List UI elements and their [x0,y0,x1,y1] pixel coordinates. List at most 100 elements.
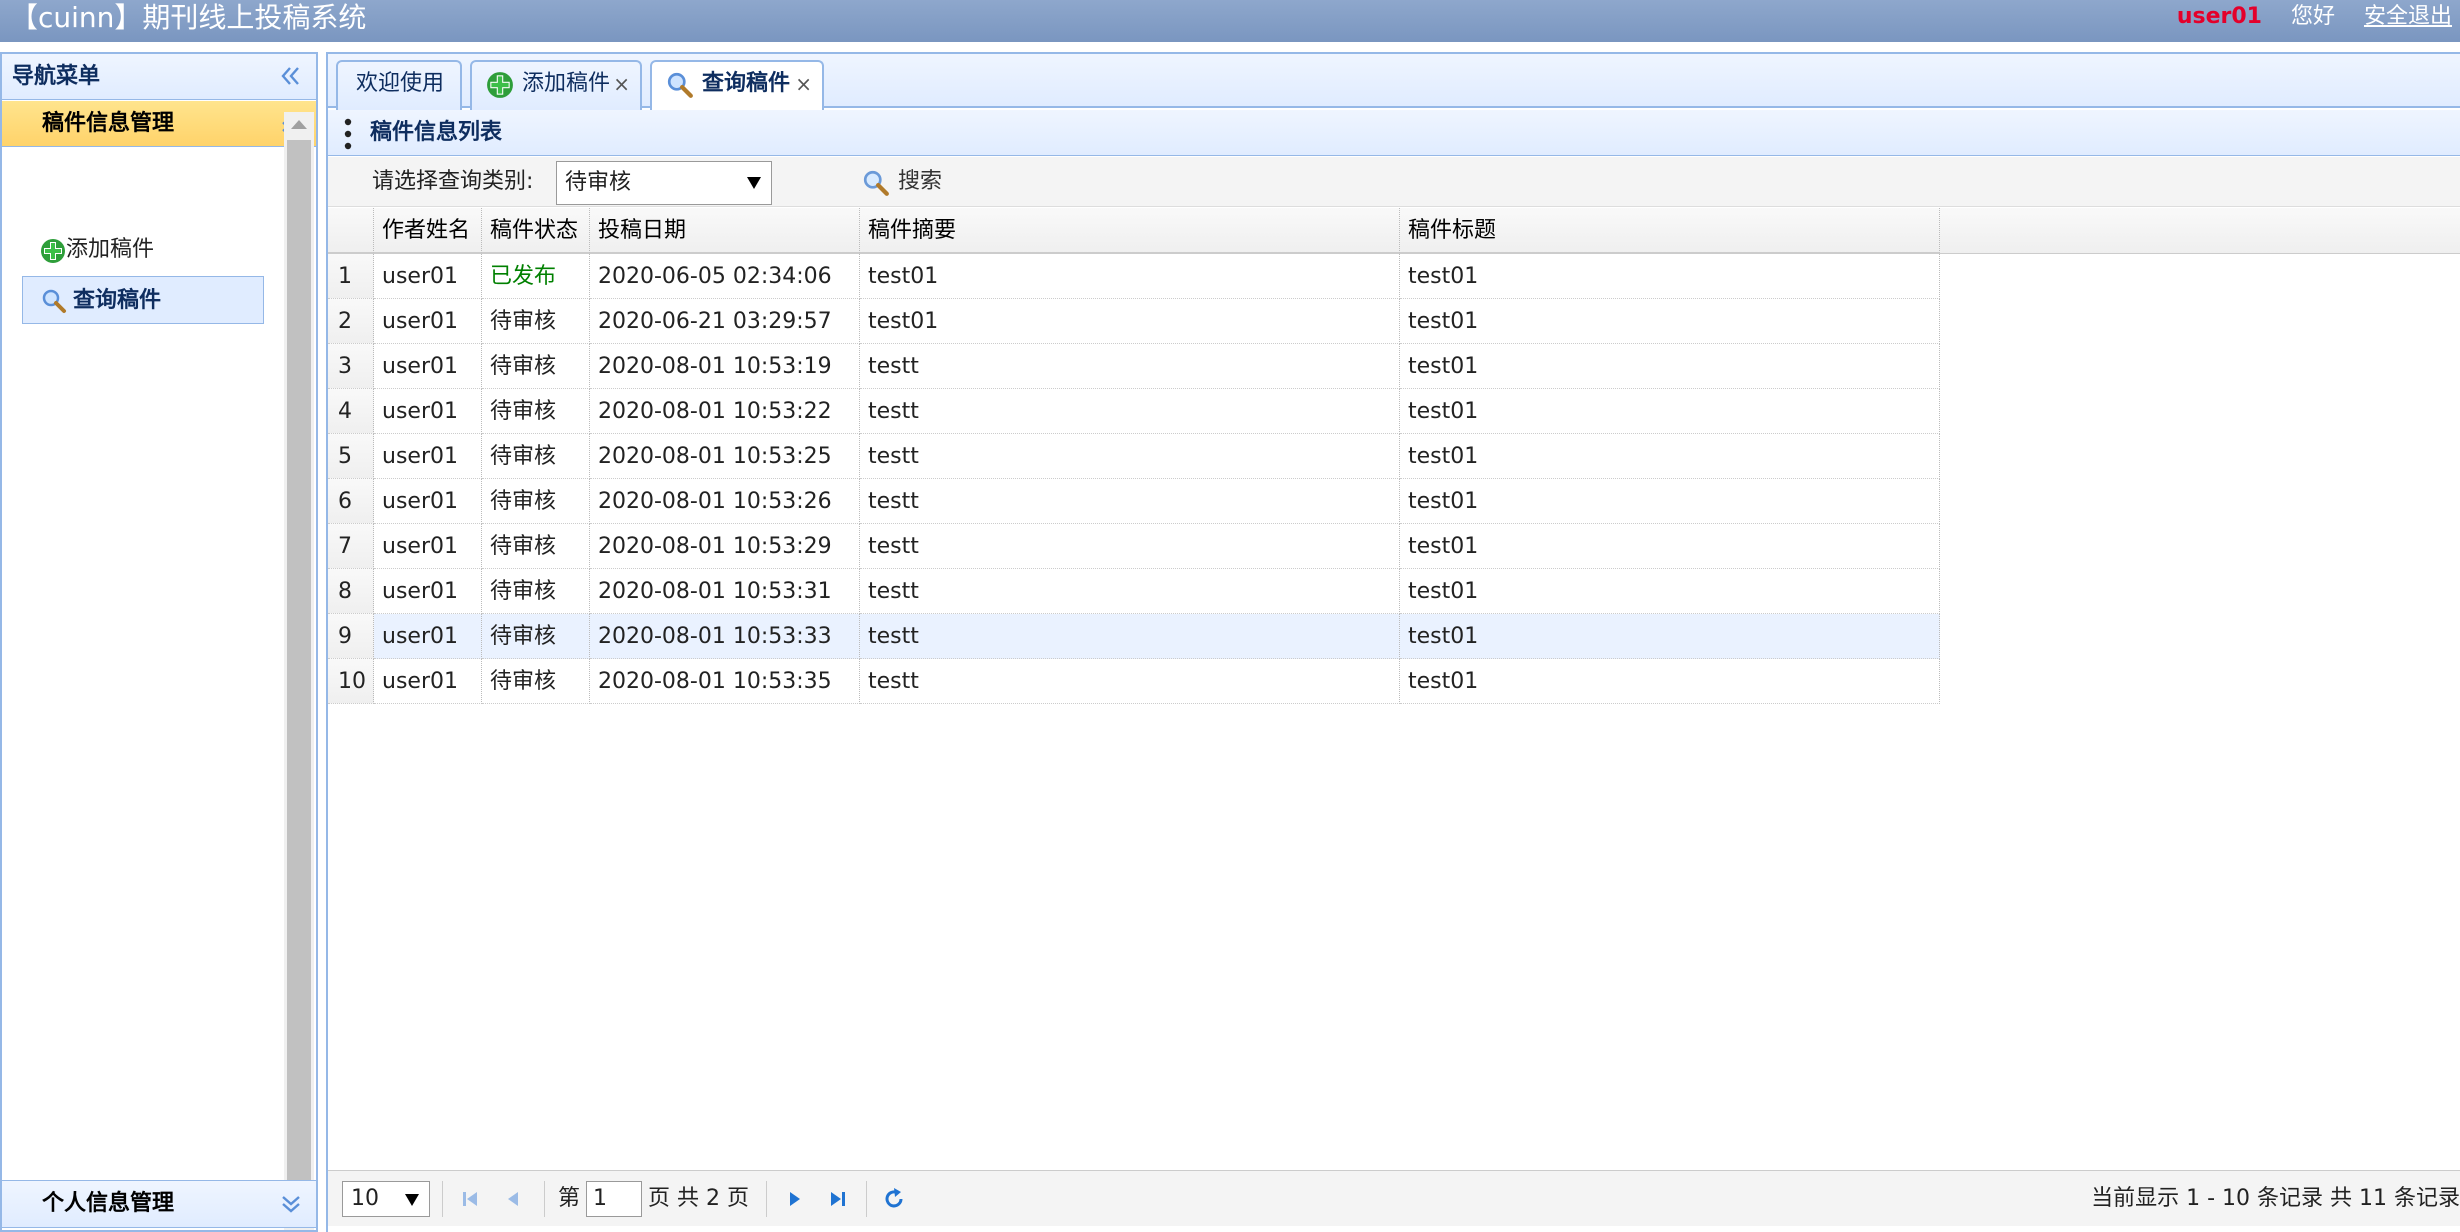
tab-welcome[interactable]: 欢迎使用 [336,60,462,110]
filter-label: 请选择查询类别: [372,169,534,194]
status-cell: 待审核 [482,614,590,659]
abstract-cell: test01 [860,254,1400,299]
status-filter-value: 待审核 [565,170,632,195]
abstract-cell: testt [860,479,1400,524]
table-row[interactable]: 6 user01 待审核 2020-08-01 10:53:26 testt test01 [328,479,1940,524]
table-row[interactable]: 7 user01 待审核 2020-08-01 10:53:29 testt test01 [328,524,1940,569]
date-cell: 2020-08-01 10:53:29 [590,524,860,569]
pager-separator [544,1181,545,1217]
dropdown-arrow-icon [747,177,761,189]
abstract-cell: testt [860,569,1400,614]
status-cell: 待审核 [482,434,590,479]
title-cell: test01 [1400,614,1940,659]
search-icon [863,170,889,196]
author-cell: user01 [374,524,482,569]
nav-section-manuscripts[interactable]: 稿件信息管理 [2,101,316,147]
row-number-header [328,208,374,253]
date-cell: 2020-08-01 10:53:22 [590,389,860,434]
status-cell: 待审核 [482,569,590,614]
title-cell: test01 [1400,659,1940,704]
table-row[interactable]: 1 user01 已发布 2020-06-05 02:34:06 test01 test0… [328,254,1940,299]
pager-separator [442,1181,443,1217]
row-number-cell: 5 [328,434,374,479]
nav-scrollbar[interactable] [284,112,314,1230]
top-header: 【cuinn】期刊线上投稿系统 user01 您好 安全退出 [0,0,2460,42]
abstract-cell: testt [860,434,1400,479]
author-cell: user01 [374,479,482,524]
record-count-info: 当前显示 1 - 10 条记录 共 11 条记录 [2091,1186,2460,1211]
nav-title: 导航菜单 [12,64,101,89]
date-cell: 2020-06-05 02:34:06 [590,254,860,299]
status-cell: 待审核 [482,344,590,389]
pagination-bar: 10 第 1 页 共 2 页 当前显示 1 - 10 条记录 共 11 条记录 [328,1170,2460,1226]
tab-bar: 欢迎使用 添加稿件 × 查询稿件 × [328,54,2460,110]
nav-panel: 导航菜单 稿件信息管理 添加稿件 查询稿件 个人信息管理 [0,52,318,1232]
page-size-select[interactable]: 10 [342,1181,430,1217]
nav-item-label: 查询稿件 [73,288,162,313]
logout-link[interactable]: 安全退出 [2364,4,2452,29]
column-header-date[interactable]: 投稿日期 [590,208,860,253]
author-cell: user01 [374,344,482,389]
first-page-icon[interactable] [456,1185,484,1213]
table-row[interactable]: 8 user01 待审核 2020-08-01 10:53:31 testt test01 [328,569,1940,614]
refresh-icon[interactable] [880,1185,908,1213]
nav-item-query-manuscript[interactable]: 查询稿件 [22,276,264,324]
title-cell: test01 [1400,434,1940,479]
row-number-cell: 3 [328,344,374,389]
search-icon [667,72,693,98]
header-user-area: user01 您好 安全退出 [2155,0,2452,36]
abstract-cell: test01 [860,299,1400,344]
status-filter-select[interactable]: 待审核 [556,161,772,205]
panel-title: 稿件信息列表 [370,120,503,145]
table-row[interactable]: 5 user01 待审核 2020-08-01 10:53:25 testt test01 [328,434,1940,479]
author-cell: user01 [374,254,482,299]
tab-close-icon[interactable]: × [795,62,812,106]
status-cell: 待审核 [482,299,590,344]
table-row[interactable]: 4 user01 待审核 2020-08-01 10:53:22 testt test01 [328,389,1940,434]
author-cell: user01 [374,299,482,344]
table-row[interactable]: 3 user01 待审核 2020-08-01 10:53:19 testt test01 [328,344,1940,389]
query-toolbar: 请选择查询类别: 待审核 搜索 [328,157,2460,207]
tab-close-icon[interactable]: × [613,62,630,106]
collapse-left-icon[interactable] [278,63,304,89]
scroll-up-arrow[interactable] [291,120,307,129]
column-header-title[interactable]: 稿件标题 [1400,208,1940,253]
panel-menu-icon [344,118,352,150]
next-page-icon[interactable] [780,1185,808,1213]
table-row[interactable]: 10 user01 待审核 2020-08-01 10:53:35 testt test0… [328,659,1940,704]
main-panel: 欢迎使用 添加稿件 × 查询稿件 × 稿件信息列表 请选择查询类别: 待审核 搜… [326,52,2460,1232]
nav-item-add-manuscript[interactable]: 添加稿件 [22,226,264,274]
panel-header: 稿件信息列表 [328,110,2460,156]
chevron-double-down-icon[interactable] [278,1191,304,1217]
last-page-icon[interactable] [824,1185,852,1213]
nav-item-label: 添加稿件 [66,237,155,262]
nav-section-personal[interactable]: 个人信息管理 [2,1180,316,1228]
page-number-input[interactable]: 1 [586,1181,642,1217]
previous-page-icon[interactable] [500,1185,528,1213]
title-cell: test01 [1400,254,1940,299]
date-cell: 2020-08-01 10:53:19 [590,344,860,389]
scrollbar-thumb[interactable] [287,140,311,1180]
row-number-cell: 8 [328,569,374,614]
abstract-cell: testt [860,524,1400,569]
author-cell: user01 [374,614,482,659]
tab-label: 添加稿件 [522,71,611,96]
row-number-cell: 9 [328,614,374,659]
tab-label: 欢迎使用 [356,71,445,96]
table-row[interactable]: 9 user01 待审核 2020-08-01 10:53:33 testt test01 [328,614,1940,659]
column-header-author[interactable]: 作者姓名 [374,208,482,253]
date-cell: 2020-08-01 10:53:25 [590,434,860,479]
tab-query-manuscript[interactable]: 查询稿件 × [650,60,824,110]
table-row[interactable]: 2 user01 待审核 2020-06-21 03:29:57 test01 test0… [328,299,1940,344]
grid-header-row: 作者姓名 稿件状态 投稿日期 稿件摘要 稿件标题 [328,208,2460,254]
nav-header: 导航菜单 [2,54,316,100]
page-total-text: 页 共 2 页 [648,1186,749,1211]
row-number-cell: 10 [328,659,374,704]
row-number-cell: 4 [328,389,374,434]
column-header-status[interactable]: 稿件状态 [482,208,590,253]
grid-body: 1 user01 已发布 2020-06-05 02:34:06 test01 test0… [328,254,2460,754]
row-number-cell: 6 [328,479,374,524]
tab-add-manuscript[interactable]: 添加稿件 × [470,60,642,110]
status-cell: 待审核 [482,659,590,704]
column-header-abstract[interactable]: 稿件摘要 [860,208,1400,253]
